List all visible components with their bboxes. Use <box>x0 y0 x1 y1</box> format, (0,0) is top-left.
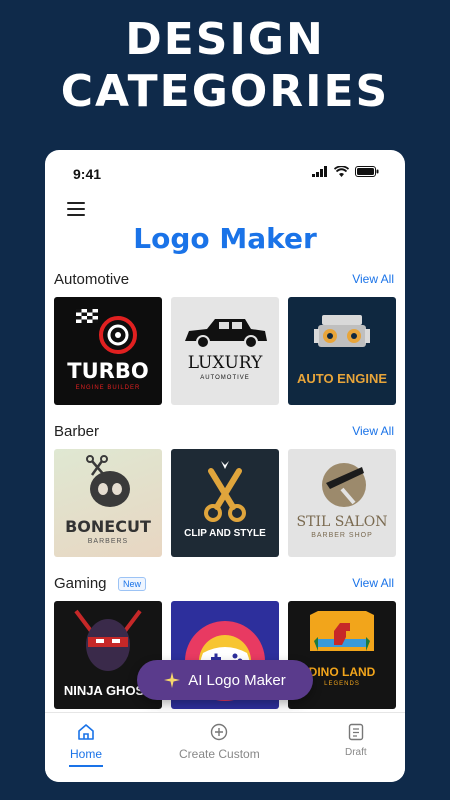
view-all-link[interactable]: View All <box>352 576 394 590</box>
tab-home[interactable]: Home <box>69 723 103 767</box>
section-label: Gaming <box>54 575 107 592</box>
automotive-row: TURBO ENGINE BUILDER LUXURY AUTOMOTIVE A… <box>54 297 396 405</box>
logo-main-text: TURBO <box>67 359 149 383</box>
phone-screen: 9:41 Logo Maker Automotive View All TURB… <box>45 150 405 782</box>
scissors-icon <box>204 461 246 522</box>
logo-tile-auto-engine[interactable]: AUTO ENGINE <box>288 297 396 405</box>
logo-sub-text: BARBER SHOP <box>311 532 373 539</box>
dino-icon <box>310 611 374 651</box>
tab-label: Draft <box>345 747 367 758</box>
logo-main-text: CLIP AND STYLE <box>184 528 266 539</box>
ai-logo-maker-button[interactable]: AI Logo Maker <box>137 660 313 700</box>
section-label: Barber <box>54 423 100 440</box>
promo-line-1: DESIGN <box>125 14 325 65</box>
bottom-tab-bar: Home Create Custom Draft <box>45 712 405 782</box>
app-title: Logo Maker <box>133 222 317 255</box>
menu-icon[interactable] <box>67 202 85 216</box>
view-all-link[interactable]: View All <box>352 424 394 438</box>
home-icon <box>78 724 94 740</box>
logo-tile-turbo[interactable]: TURBO ENGINE BUILDER <box>54 297 162 405</box>
active-tab-indicator <box>69 765 103 767</box>
wifi-icon <box>334 166 349 177</box>
logo-sub-text: ENGINE BUILDER <box>75 385 141 391</box>
tab-label: Create Custom <box>179 747 260 761</box>
tab-create-custom[interactable]: Create Custom <box>179 723 260 761</box>
logo-sub-text: BARBERS <box>87 538 129 545</box>
view-all-link[interactable]: View All <box>352 272 394 286</box>
sparkle-icon <box>164 672 181 688</box>
razor-icon <box>322 463 366 507</box>
logo-sub-text: LEGENDS <box>324 681 360 687</box>
logo-main-text: AUTO ENGINE <box>296 371 388 386</box>
tab-label: Home <box>69 747 102 761</box>
signal-icon <box>312 166 327 177</box>
add-circle-icon <box>211 723 228 741</box>
battery-icon <box>355 166 379 177</box>
logo-main-text: DINO LAND <box>308 665 376 679</box>
logo-main-text: BONECUT <box>65 517 151 536</box>
promo-line-2: CATEGORIES <box>60 66 390 117</box>
section-header-barber: Barber View All <box>54 423 394 443</box>
skull-scissors-icon <box>86 455 130 507</box>
section-header-automotive: Automotive View All <box>54 271 394 291</box>
engine-icon <box>314 315 370 347</box>
ai-button-label: AI Logo Maker <box>188 671 286 689</box>
tab-draft[interactable]: Draft <box>345 723 367 758</box>
logo-main-text: STIL SALON <box>296 514 388 530</box>
section-header-gaming: Gaming New View All <box>54 575 394 595</box>
logo-tile-clip-and-style[interactable]: CLIP AND STYLE <box>171 449 279 557</box>
promo-headline: DESIGN CATEGORIES <box>0 14 450 118</box>
logo-sub-text: AUTOMOTIVE <box>200 375 250 381</box>
vintage-car-icon <box>185 319 267 349</box>
status-bar: 9:41 <box>45 150 405 196</box>
barber-row: BONECUT BARBERS CLIP AND STYLE STIL SALO… <box>54 449 396 557</box>
turbo-emblem <box>76 309 137 354</box>
status-time: 9:41 <box>73 166 102 182</box>
logo-main-text: LUXURY <box>187 353 263 373</box>
section-label: Automotive <box>54 271 130 288</box>
status-icons <box>312 166 379 177</box>
logo-tile-bonecut[interactable]: BONECUT BARBERS <box>54 449 162 557</box>
logo-tile-stil-salon[interactable]: STIL SALON BARBER SHOP <box>288 449 396 557</box>
new-badge: New <box>118 577 147 591</box>
logo-tile-luxury[interactable]: LUXURY AUTOMOTIVE <box>171 297 279 405</box>
draft-icon <box>348 723 364 741</box>
